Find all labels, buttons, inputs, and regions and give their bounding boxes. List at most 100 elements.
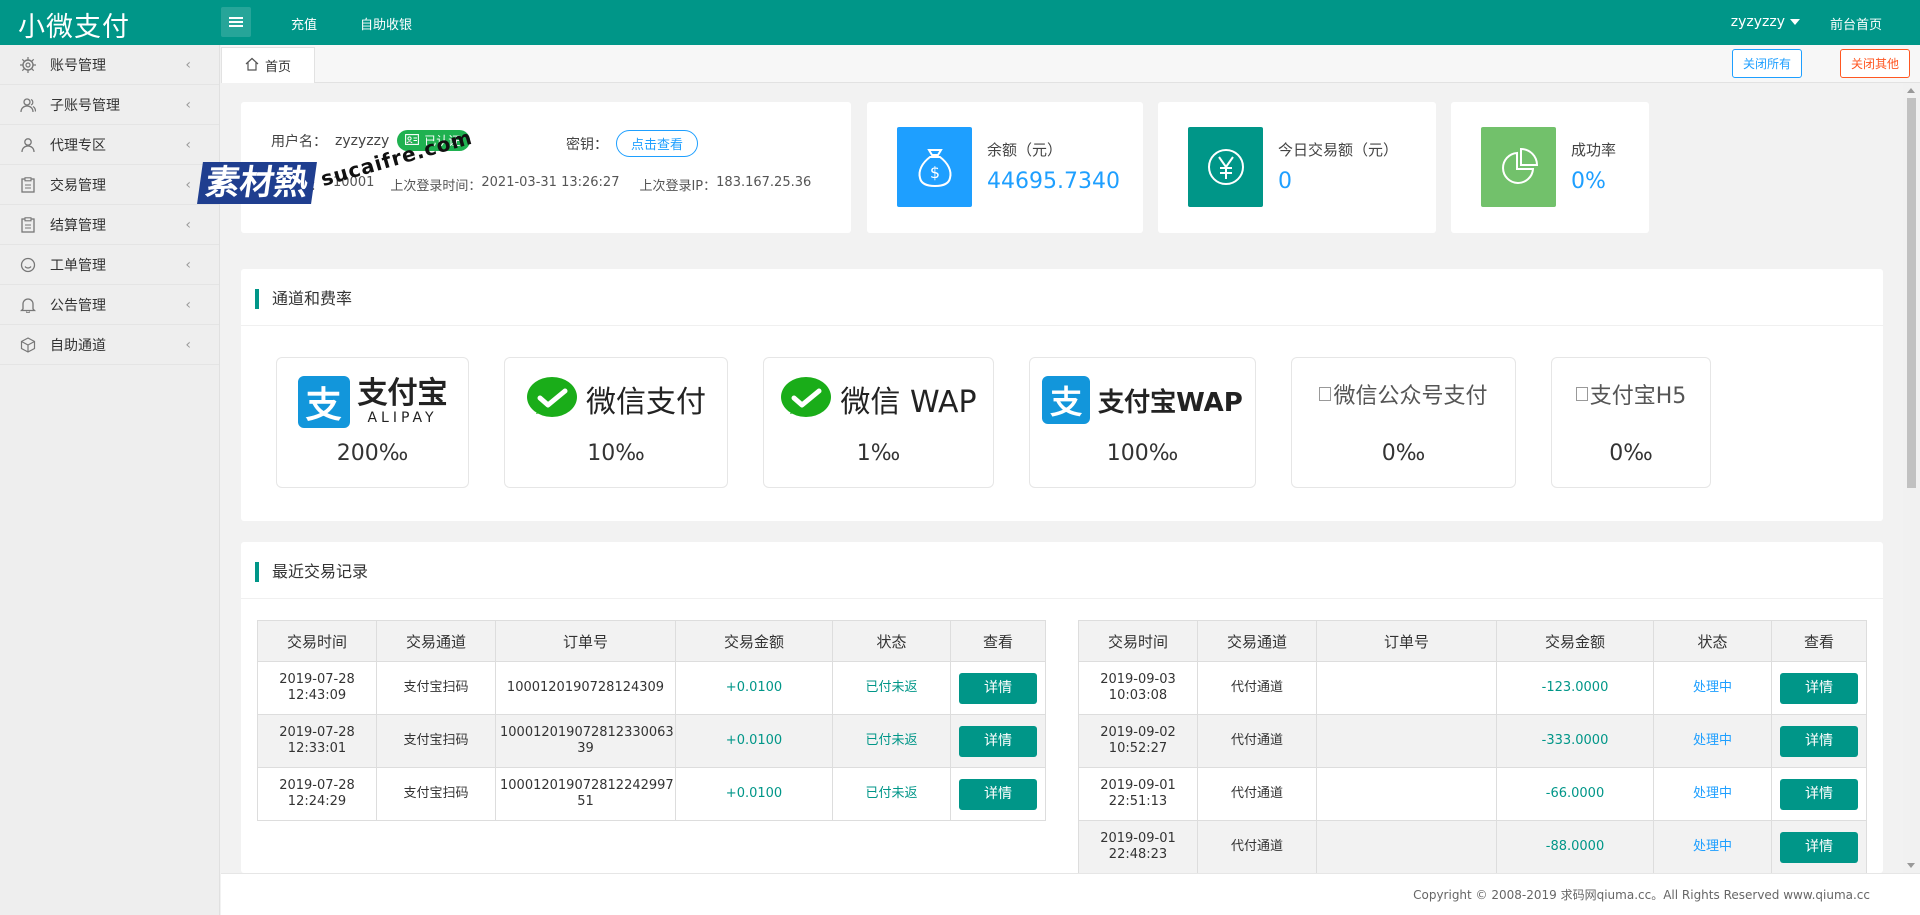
scroll-up-arrow-icon[interactable] [1907, 88, 1915, 93]
sidebar-item-label: 交易管理 [50, 177, 106, 194]
caret-down-icon [1790, 19, 1800, 25]
nav-self-cashier[interactable]: 自助收银 [360, 14, 412, 33]
channel-name: 支付宝 [357, 376, 448, 411]
channel-rate: 0‰ [1381, 441, 1426, 466]
detail-button[interactable]: 详情 [1780, 831, 1858, 863]
col-amount: 交易金额 [1496, 620, 1654, 662]
records-title: 最近交易记录 [255, 562, 368, 582]
channel-rate: 100‰ [1106, 441, 1179, 466]
table-row: 2019-09-03 10:03:08 代付通道 -123.0000 处理中 详… [1078, 661, 1867, 715]
sidebar-item-agent[interactable]: 代理专区 ‹ [0, 125, 219, 165]
svg-text:$: $ [929, 163, 939, 182]
cell-view: 详情 [1771, 661, 1867, 715]
sidebar-item-announcements[interactable]: 公告管理 ‹ [0, 285, 219, 325]
channel-logo: 支 支付宝WAP [1030, 376, 1255, 424]
cell-amount: -88.0000 [1496, 820, 1654, 874]
hamburger-icon [229, 21, 243, 23]
channel-card-wechat-wap[interactable]: 微信 WAP 1‰ [763, 357, 994, 488]
cell-status: 处理中 [1653, 661, 1772, 715]
channel-card-wechat[interactable]: 微信支付 10‰ [504, 357, 728, 488]
channel-card-wechat-mp[interactable]: 微信公众号支付 0‰ [1291, 357, 1516, 488]
cell-status: 处理中 [1653, 767, 1772, 821]
cell-channel: 支付宝扫码 [376, 661, 496, 715]
cell-view: 详情 [950, 661, 1046, 715]
today-volume-card: 今日交易额（元） 0 [1158, 102, 1436, 233]
chevron-left-icon: ‹ [185, 137, 191, 153]
sidebar: 账号管理 ‹ 子账号管理 ‹ 代理专区 ‹ 交易管理 ‹ 结算管理 ‹ 工单管理… [0, 45, 220, 915]
cell-status: 已付未返 [832, 661, 951, 715]
last-login-time: 2021-03-31 13:26:27 [481, 175, 620, 190]
detail-button[interactable]: 详情 [1780, 672, 1858, 704]
sidebar-item-settlement[interactable]: 结算管理 ‹ [0, 205, 219, 245]
cell-time: 2019-09-02 10:52:27 [1078, 714, 1198, 768]
channel-logo: 微信 WAP [764, 376, 993, 422]
sidebar-item-subaccount[interactable]: 子账号管理 ‹ [0, 85, 219, 125]
divider [241, 598, 1883, 599]
nav-recharge[interactable]: 充值 [291, 14, 317, 33]
menu-toggle-button[interactable] [221, 7, 251, 37]
detail-button[interactable]: 详情 [959, 672, 1037, 704]
sidebar-item-self-channel[interactable]: 自助通道 ‹ [0, 325, 219, 365]
scroll-thumb[interactable] [1907, 98, 1916, 488]
cell-channel: 代付通道 [1197, 661, 1317, 715]
close-other-button[interactable]: 关闭其他 [1839, 49, 1910, 78]
detail-button[interactable]: 详情 [959, 778, 1037, 810]
scroll-down-arrow-icon[interactable] [1907, 863, 1915, 868]
records-section: 最近交易记录 交易时间 交易通道 订单号 交易金额 状态 查看 2019-07-… [241, 542, 1883, 874]
channel-name: 微信 WAP [840, 385, 977, 420]
table-row: 2019-07-28 12:24:29 支付宝扫码 10001201907281… [257, 767, 1046, 821]
channel-name: 支付宝H5 [1589, 384, 1687, 409]
top-bar: 小微支付 充值 自助收银 zyzyzzy 前台首页 [0, 0, 1920, 45]
today-volume-label: 今日交易额（元） [1278, 141, 1399, 159]
cell-amount: +0.0100 [675, 661, 833, 715]
cell-status: 处理中 [1653, 820, 1772, 874]
chevron-left-icon: ‹ [185, 257, 191, 273]
close-all-button[interactable]: 关闭所有 [1731, 49, 1802, 78]
channels-title: 通道和费率 [255, 289, 352, 309]
home-icon [245, 57, 259, 75]
cell-status: 已付未返 [832, 767, 951, 821]
gear-icon [20, 56, 36, 73]
channel-logo: 微信公众号支付 [1292, 378, 1515, 410]
detail-button[interactable]: 详情 [1780, 725, 1858, 757]
sidebar-item-tickets[interactable]: 工单管理 ‹ [0, 245, 219, 285]
table-header: 交易时间 交易通道 订单号 交易金额 状态 查看 [1078, 620, 1867, 662]
detail-button[interactable]: 详情 [1780, 778, 1858, 810]
app-logo[interactable]: 小微支付 [18, 5, 130, 44]
sidebar-item-transactions[interactable]: 交易管理 ‹ [0, 165, 219, 205]
sidebar-item-account[interactable]: 账号管理 ‹ [0, 45, 219, 85]
cell-order [1316, 661, 1497, 715]
tab-home-label: 首页 [264, 60, 291, 75]
cell-view: 详情 [1771, 820, 1867, 874]
cell-time: 2019-09-01 22:48:23 [1078, 820, 1198, 874]
main-scrollbar[interactable] [1903, 83, 1920, 873]
broken-image: 支付宝H5 [1575, 378, 1687, 410]
cell-status: 处理中 [1653, 714, 1772, 768]
user-menu[interactable]: zyzyzzy [1731, 14, 1800, 30]
channel-rate: 200‰ [336, 441, 409, 466]
chevron-left-icon: ‹ [185, 177, 191, 193]
table-row: 2019-07-28 12:43:09 支付宝扫码 10001201907281… [257, 661, 1046, 715]
detail-button[interactable]: 详情 [959, 725, 1037, 757]
channel-name: 微信支付 [586, 385, 706, 420]
view-key-button[interactable]: 点击查看 [616, 130, 699, 157]
col-order: 订单号 [495, 620, 676, 662]
smile-icon [20, 257, 36, 273]
channel-card-alipay-h5[interactable]: 支付宝H5 0‰ [1551, 357, 1711, 488]
channel-subname: ALIPAY [367, 410, 438, 426]
channel-card-alipay-wap[interactable]: 支 支付宝WAP 100‰ [1029, 357, 1256, 488]
front-home-link[interactable]: 前台首页 [1830, 14, 1882, 33]
channels-section: 通道和费率 支 支付宝 ALIPAY 200‰ 微信支付 10‰ 微信 WAP … [241, 269, 1883, 521]
cell-amount: +0.0100 [675, 767, 833, 821]
today-volume-value: 0 [1278, 169, 1292, 194]
users-icon [20, 97, 36, 113]
channel-logo: 微信支付 [505, 376, 727, 422]
cell-view: 详情 [950, 767, 1046, 821]
sidebar-item-label: 结算管理 [50, 217, 106, 234]
tab-home[interactable]: 首页 [221, 47, 315, 83]
col-time: 交易时间 [257, 620, 377, 662]
cell-amount: -123.0000 [1496, 661, 1654, 715]
channel-card-alipay[interactable]: 支 支付宝 ALIPAY 200‰ [276, 357, 469, 488]
alipay-icon: 支 [297, 376, 350, 428]
cell-channel: 代付通道 [1197, 767, 1317, 821]
